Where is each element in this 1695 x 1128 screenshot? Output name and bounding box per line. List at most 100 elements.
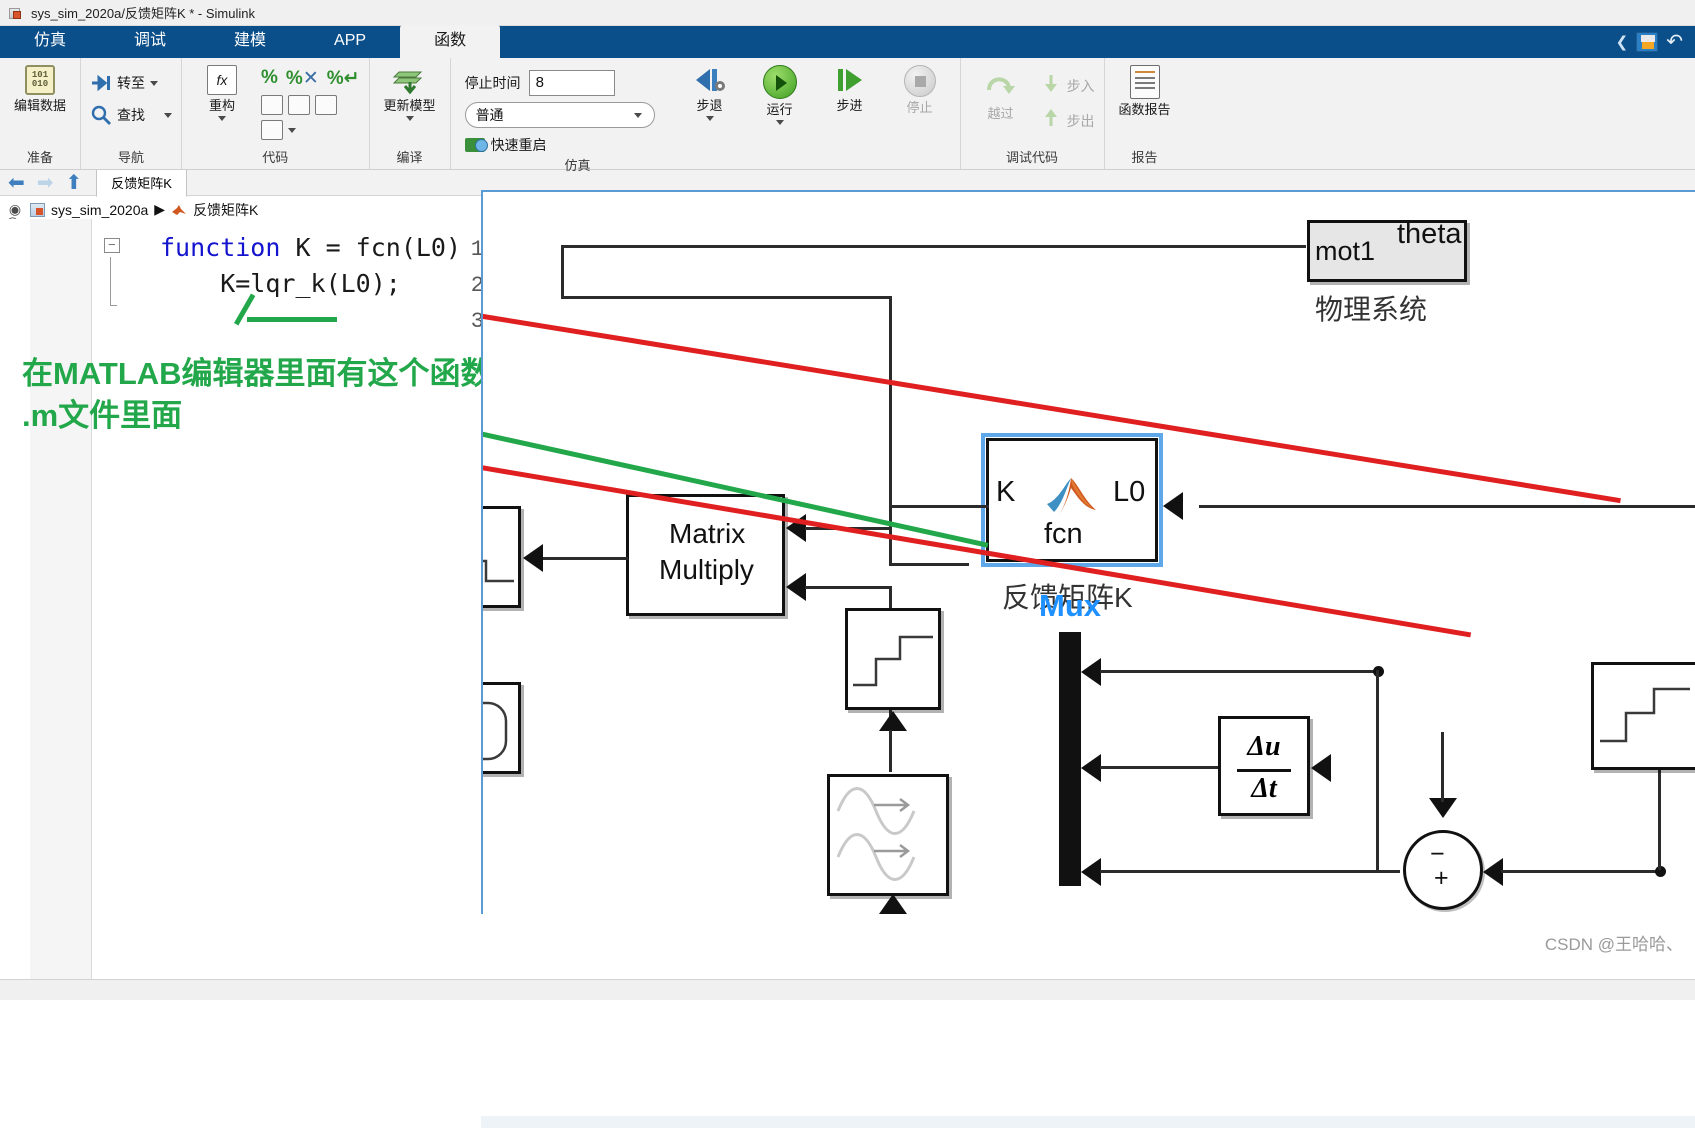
ribbon-group-label-navigate: 导航 [117, 150, 144, 165]
step-block-mid[interactable] [845, 608, 941, 710]
chevron-down-icon[interactable] [288, 127, 296, 133]
undo-icon[interactable]: ↶ [1666, 29, 1683, 54]
search-icon [90, 104, 112, 126]
simulink-canvas-inner: mot1 theta 物理系统 K L0 fcn 反馈矩阵K Matrix Mu… [483, 192, 1695, 914]
wire-mux-in1 [1100, 670, 1378, 673]
function-report-button[interactable]: 函数报告 [1114, 65, 1176, 117]
uncomment-icon[interactable]: %✕ [286, 67, 319, 90]
matlab-fcn-icon [171, 203, 187, 217]
update-model-icon [392, 65, 427, 95]
matrix-multiply-label-line1: Matrix [669, 518, 746, 549]
derivative-block[interactable]: Δu Δt [1218, 716, 1310, 816]
wire-second-horiz [561, 296, 891, 299]
find-button[interactable]: 查找 [90, 104, 172, 126]
status-bar [0, 979, 1695, 1000]
wire-sum-in-top [1441, 732, 1444, 802]
chevron-left-icon[interactable]: ❮ [1616, 33, 1629, 51]
chevron-down-icon[interactable] [705, 116, 714, 121]
file-tab-feedback-matrix-k[interactable]: 反馈矩阵K [96, 168, 187, 197]
ribbon-group-code: fx 重构 % %✕ %↵ 代码 [182, 58, 370, 169]
step-forward-button[interactable]: 步进 [819, 65, 881, 113]
title-bar: sys_sim_2020a/反馈矩阵K * - Simulink [0, 0, 1695, 26]
step-block-lower[interactable] [1591, 662, 1695, 770]
rounded-block[interactable] [483, 682, 521, 774]
chevron-down-icon[interactable] [775, 120, 784, 125]
ribbon-group-simulate: 停止时间 8 普通 快速重启 步退 运行 步进 停止 仿真 [451, 58, 961, 173]
code-fold-bracket-end [110, 305, 117, 306]
ribbon-group-label-report: 报告 [1131, 150, 1158, 165]
step-forward-icon [833, 65, 867, 95]
breadcrumb: sys_sim_2020a ▶ 反馈矩阵K [30, 200, 258, 220]
tab-debug[interactable]: 调试 [100, 26, 200, 58]
tab-app[interactable]: APP [300, 26, 400, 58]
refactor-button[interactable]: fx 重构 [191, 65, 253, 121]
save-icon[interactable] [1636, 31, 1659, 52]
stop-time-input[interactable]: 8 [528, 70, 615, 96]
run-button[interactable]: 运行 [749, 65, 811, 125]
simulink-file-icon [8, 5, 24, 21]
arrow-left-icon[interactable]: ⬅ [8, 173, 25, 193]
step-back-button[interactable]: 步退 [679, 65, 741, 121]
code-line-2[interactable]: K=lqr_k(L0); [160, 269, 401, 298]
ribbon-group-navigate: 转至 查找 导航 [81, 58, 182, 169]
ribbon-group-prepare: 101 010 编辑数据 准备 [0, 58, 81, 169]
sine-wave-icon [836, 787, 916, 881]
comment-icon[interactable]: % [261, 67, 278, 90]
simulation-mode-value: 普通 [475, 107, 504, 123]
mux-block[interactable] [1059, 632, 1081, 886]
fixed-point-icon[interactable] [261, 120, 283, 140]
tab-function[interactable]: 函数 [400, 25, 501, 58]
smart-indent-icon[interactable] [261, 95, 283, 115]
stop-button: 停止 [889, 65, 951, 115]
step-signal-icon [853, 635, 933, 687]
code-fold-marker[interactable]: − [104, 237, 120, 254]
arrow-up-icon[interactable]: ⬆ [66, 173, 83, 193]
wire-mux-in2 [1100, 766, 1220, 769]
run-icon [762, 65, 797, 99]
run-label: 运行 [766, 102, 793, 117]
wire-junction-vert [1376, 670, 1379, 870]
ribbon-group-debug-code: 越过 步入 步出 调试代码 [961, 58, 1105, 169]
derivative-fraction-bar [1237, 769, 1291, 772]
tab-modeling[interactable]: 建模 [200, 26, 300, 58]
chevron-down-icon[interactable] [164, 112, 172, 118]
breadcrumb-item-function[interactable]: 反馈矩阵K [193, 200, 258, 220]
increase-indent-icon[interactable] [288, 95, 310, 115]
sine-block[interactable] [827, 774, 949, 896]
wrap-comment-icon[interactable]: %↵ [327, 67, 360, 90]
quick-access-toolbar: ❮ ↶ [1616, 29, 1695, 58]
update-model-button[interactable]: 更新模型 [379, 65, 441, 121]
step-signal-icon [1600, 687, 1690, 743]
fast-restart-toggle[interactable]: 快速重启 [464, 135, 655, 155]
chevron-down-icon[interactable] [218, 116, 226, 121]
goto-button[interactable]: 转至 [90, 72, 158, 94]
chevron-down-icon[interactable] [633, 112, 642, 118]
feedback-matrix-k-port-l0: L0 [1113, 476, 1146, 508]
decrease-indent-icon[interactable] [315, 95, 337, 115]
step-block-upper[interactable] [483, 506, 521, 608]
ribbon-group-report: 函数报告 报告 [1105, 58, 1185, 169]
stop-time-row: 停止时间 8 [465, 70, 655, 96]
wire-sine-to-step-mid [889, 730, 892, 772]
chevron-down-icon[interactable] [405, 116, 414, 121]
arrow-l0-input [1163, 492, 1183, 520]
step-over-label: 越过 [987, 106, 1014, 121]
edit-data-button[interactable]: 101 010 编辑数据 [9, 65, 71, 113]
simulation-mode-select[interactable]: 普通 [464, 102, 655, 128]
breadcrumb-item-model[interactable]: sys_sim_2020a [51, 202, 148, 218]
arrow-mux-in3 [1081, 858, 1101, 886]
tab-simulation[interactable]: 仿真 [0, 26, 100, 58]
simulink-canvas[interactable]: mot1 theta 物理系统 K L0 fcn 反馈矩阵K Matrix Mu… [481, 190, 1695, 914]
arrow-step-upper-in [523, 544, 543, 572]
chevron-down-icon[interactable] [150, 80, 158, 86]
stop-label: 停止 [906, 100, 933, 115]
arrow-right-icon: ➡ [36, 171, 54, 194]
ribbon-group-label-compile: 编译 [396, 150, 423, 165]
wire-top-vert [561, 245, 564, 297]
ribbon-group-label-debug-code: 调试代码 [1006, 150, 1059, 165]
wire-mm-in2 [805, 586, 890, 589]
canvas-horizontal-scrollbar[interactable] [481, 1116, 1695, 1128]
code-line-1[interactable]: function K = fcn(L0) [160, 233, 461, 262]
green-underline-lqr-k [247, 317, 337, 322]
arrow-matrix-multiply-in2 [786, 573, 806, 601]
